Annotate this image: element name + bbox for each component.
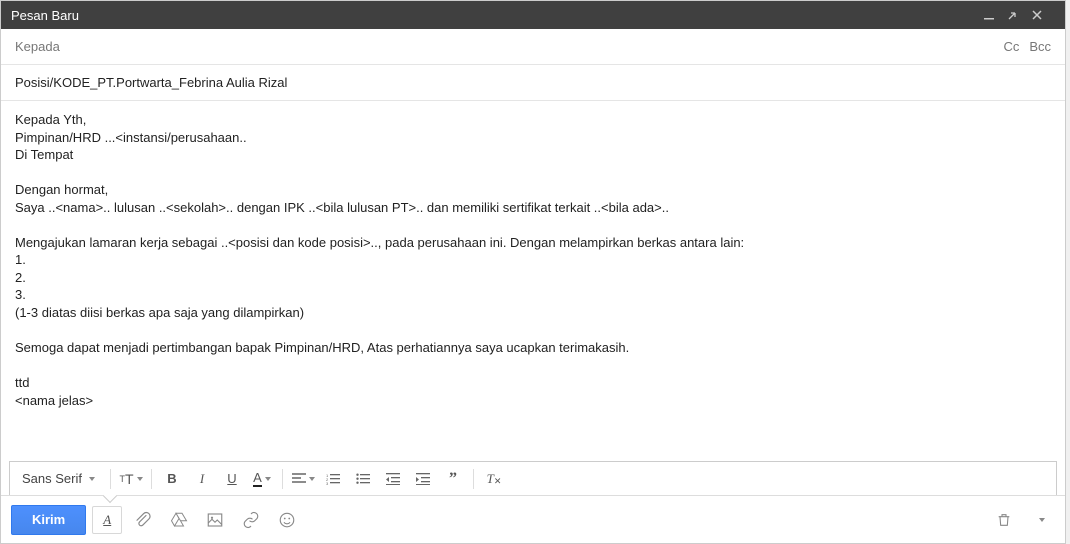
chevron-down-icon [89,477,95,481]
subject-input[interactable] [15,75,1051,90]
chevron-down-icon [265,477,271,481]
close-button[interactable] [1031,9,1055,21]
underline-button[interactable]: U [218,466,246,492]
text-color-button[interactable]: A [248,466,276,492]
svg-text:3: 3 [326,481,329,485]
chevron-down-icon [137,477,143,481]
subject-row [1,65,1065,101]
numbered-list-button[interactable]: 123 [319,466,347,492]
bcc-button[interactable]: Bcc [1029,39,1051,54]
chevron-down-icon [1039,518,1045,522]
font-family-label: Sans Serif [22,471,82,486]
bottom-toolbar: Kirim A [1,495,1065,543]
font-family-picker[interactable]: Sans Serif [16,466,104,492]
more-options-button[interactable] [1025,506,1055,534]
recipients-row[interactable]: Kepada Cc Bcc [1,29,1065,65]
quote-button[interactable]: ” [439,466,467,492]
discard-draft-button[interactable] [989,506,1019,534]
insert-link-button[interactable] [236,506,266,534]
remove-formatting-button[interactable]: T✕ [480,466,508,492]
font-size-picker[interactable]: TT [117,466,145,492]
align-button[interactable] [289,466,317,492]
insert-emoji-button[interactable] [272,506,302,534]
cc-button[interactable]: Cc [1003,39,1019,54]
pop-out-button[interactable] [1007,9,1031,21]
bulleted-list-button[interactable] [349,466,377,492]
indent-more-button[interactable] [409,466,437,492]
formatting-toggle-button[interactable]: A [92,506,122,534]
email-body[interactable]: Kepada Yth, Pimpinan/HRD ...<instansi/pe… [1,101,1065,461]
window-titlebar: Pesan Baru [1,1,1065,29]
chevron-down-icon [309,477,315,481]
send-button[interactable]: Kirim [11,505,86,535]
to-field-placeholder[interactable]: Kepada [15,39,993,54]
insert-drive-button[interactable] [164,506,194,534]
window-title: Pesan Baru [11,8,79,23]
attach-file-button[interactable] [128,506,158,534]
format-toolbar: Sans Serif TT B I U A 123 [9,461,1057,495]
bold-button[interactable]: B [158,466,186,492]
italic-button[interactable]: I [188,466,216,492]
insert-photo-button[interactable] [200,506,230,534]
minimize-button[interactable] [983,9,1007,21]
compose-window: Pesan Baru Kepada Cc Bcc Kepada Yth, Pim… [0,0,1066,544]
indent-less-button[interactable] [379,466,407,492]
